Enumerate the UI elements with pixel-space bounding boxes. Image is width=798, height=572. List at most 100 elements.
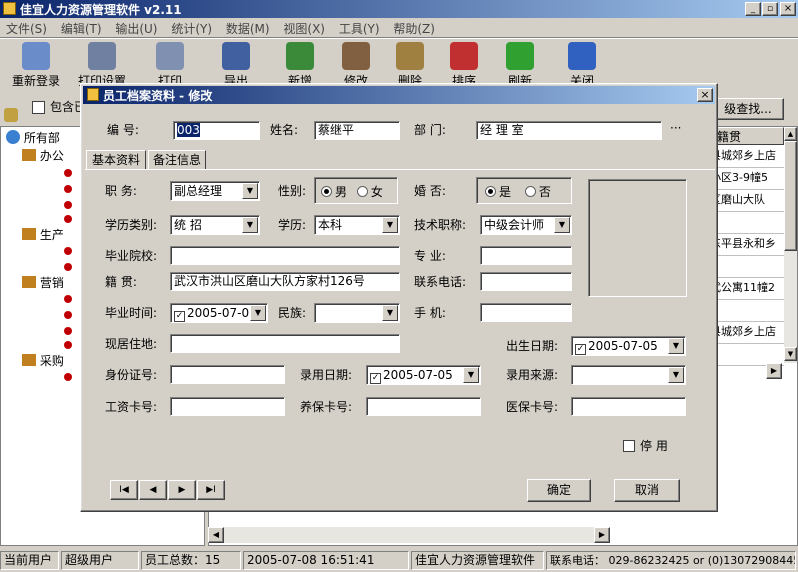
menu-output[interactable]: 输出(U) [115, 22, 157, 36]
scroll-down-button[interactable]: ▼ [784, 347, 797, 361]
salary-card-label: 工资卡号: [105, 400, 158, 414]
minimize-button[interactable]: _ [745, 2, 761, 16]
grid-vscrollbar[interactable]: ▲ ▼ [784, 127, 797, 363]
post-select[interactable]: 副总经理 ▼ [170, 181, 260, 201]
grid-hscrollbar[interactable]: ◀ ▶ [208, 527, 610, 543]
window-close-button[interactable]: × [780, 2, 796, 16]
grid-cell[interactable]: 县城郊乡上店 [710, 146, 784, 168]
disable-checkbox[interactable] [623, 440, 635, 452]
tree-leaf[interactable] [64, 198, 72, 212]
grid-cell[interactable]: 小区3-9幢5 [710, 168, 784, 190]
include-checkbox[interactable] [32, 101, 45, 114]
toolbar-sort-button[interactable]: 排序 [434, 42, 494, 88]
grad-date-picker[interactable]: ✓ 2005-07-05 ▼ [170, 303, 268, 323]
dialog-close-button[interactable]: × [697, 88, 713, 102]
tree-leaf[interactable] [64, 212, 72, 226]
medical-card-field[interactable] [571, 397, 686, 416]
grid-cell[interactable] [710, 300, 784, 322]
grid-cell[interactable] [710, 256, 784, 278]
grid-cell[interactable]: 县城郊乡上店 [710, 322, 784, 344]
checkbox-icon[interactable]: ✓ [370, 373, 381, 384]
toolbar-edit-button[interactable]: 修改 [326, 42, 386, 88]
scroll-up-button[interactable]: ▲ [784, 127, 797, 141]
hire-date-picker[interactable]: ✓ 2005-07-05 ▼ [366, 365, 481, 385]
edu-type-select[interactable]: 统 招 ▼ [170, 215, 260, 235]
title-select[interactable]: 中级会计师 ▼ [480, 215, 572, 235]
ok-button[interactable]: 确定 [527, 479, 591, 502]
nation-select[interactable]: ▼ [314, 303, 400, 323]
checkbox-icon[interactable]: ✓ [174, 311, 185, 322]
menu-stats[interactable]: 统计(Y) [171, 22, 212, 36]
toolbar-print-button[interactable]: 打印 [140, 42, 200, 88]
tab-notes[interactable]: 备注信息 [148, 150, 206, 170]
checkbox-icon[interactable]: ✓ [575, 344, 586, 355]
menu-file[interactable]: 文件(S) [6, 22, 47, 36]
advanced-search-button[interactable]: 级查找... [712, 98, 784, 120]
toolbar-refresh-button[interactable]: 刷新 [490, 42, 550, 88]
grid-cell[interactable]: 武公寓11幢2 [710, 278, 784, 300]
tree-leaf[interactable] [64, 308, 72, 322]
grid-cell[interactable]: 区磨山大队 [710, 190, 784, 212]
menu-help[interactable]: 帮助(Z) [393, 22, 435, 36]
maximize-button[interactable]: ▫ [762, 2, 778, 16]
name-field[interactable]: 蔡继平 [314, 121, 400, 140]
menu-tools[interactable]: 工具(Y) [339, 22, 380, 36]
mobile-field[interactable] [480, 303, 572, 322]
book-icon [22, 228, 36, 240]
grid-header-native[interactable]: 籍贯 [710, 127, 784, 145]
toolbar-print-settings-button[interactable]: 打印设置 [72, 42, 132, 88]
toolbar-new-button[interactable]: 新增 [270, 42, 330, 88]
id-field[interactable]: 003 [173, 121, 260, 140]
tab-basic-info[interactable]: 基本资料 [86, 150, 146, 170]
menu-edit[interactable]: 编辑(T) [61, 22, 102, 36]
tree-group[interactable]: 采购 [22, 352, 64, 369]
tree-leaf[interactable] [64, 338, 72, 352]
toolbar-export-button[interactable]: 导出 [206, 42, 266, 88]
tree-root[interactable]: 所有部 [6, 129, 60, 146]
menu-data[interactable]: 数据(M) [226, 22, 270, 36]
tree-group[interactable]: 生产 [22, 226, 64, 243]
toolbar-delete-button[interactable]: 删除 [380, 42, 440, 88]
idcard-field[interactable] [170, 365, 285, 384]
tree-group[interactable]: 营销 [22, 274, 64, 291]
tree-leaf[interactable] [64, 370, 72, 384]
menu-view[interactable]: 视图(X) [283, 22, 325, 36]
toolbar-relogin-button[interactable]: 重新登录 [6, 42, 66, 88]
birth-date-picker[interactable]: ✓ 2005-07-05 ▼ [571, 336, 686, 356]
toolbar-close-button[interactable]: 关闭 [552, 42, 612, 88]
tree-leaf[interactable] [64, 260, 72, 274]
dept-picker-ellipsis[interactable]: ··· [670, 120, 681, 136]
edu-select[interactable]: 本科 ▼ [314, 215, 400, 235]
scroll-thumb[interactable] [784, 141, 797, 251]
major-field[interactable] [480, 246, 572, 265]
grid-cell[interactable]: 东平县永和乡 [710, 234, 784, 256]
grid-scroll-right-button[interactable]: ▶ [766, 363, 782, 379]
native-field[interactable]: 武汉市洪山区磨山大队方家村126号 [170, 272, 400, 291]
tree-group[interactable]: 办公 [22, 147, 64, 164]
school-field[interactable] [170, 246, 400, 265]
gender-male-radio[interactable] [321, 186, 332, 197]
tree-leaf[interactable] [64, 244, 72, 258]
tree-leaf[interactable] [64, 292, 72, 306]
prev-record-button[interactable]: ◀ [139, 480, 167, 500]
grid-cell[interactable] [710, 212, 784, 234]
source-select[interactable]: ▼ [571, 365, 686, 385]
pension-card-field[interactable] [366, 397, 481, 416]
scroll-right-button[interactable]: ▶ [594, 527, 610, 543]
salary-card-field[interactable] [170, 397, 285, 416]
last-record-button[interactable]: ▶I [197, 480, 225, 500]
tree-leaf[interactable] [64, 182, 72, 196]
phone-field[interactable] [480, 272, 572, 291]
tree-leaf[interactable] [64, 166, 72, 180]
first-record-button[interactable]: I◀ [110, 480, 138, 500]
married-no-radio[interactable] [524, 186, 536, 197]
cancel-button[interactable]: 取消 [614, 479, 680, 502]
gender-female-radio[interactable] [356, 186, 368, 197]
photo-box[interactable] [588, 179, 687, 297]
tree-leaf[interactable] [64, 324, 72, 338]
next-record-button[interactable]: ▶ [168, 480, 196, 500]
married-yes-radio[interactable] [485, 186, 496, 197]
scroll-left-button[interactable]: ◀ [208, 527, 224, 543]
address-field[interactable] [170, 334, 400, 353]
dept-field[interactable]: 经 理 室 [476, 121, 662, 140]
